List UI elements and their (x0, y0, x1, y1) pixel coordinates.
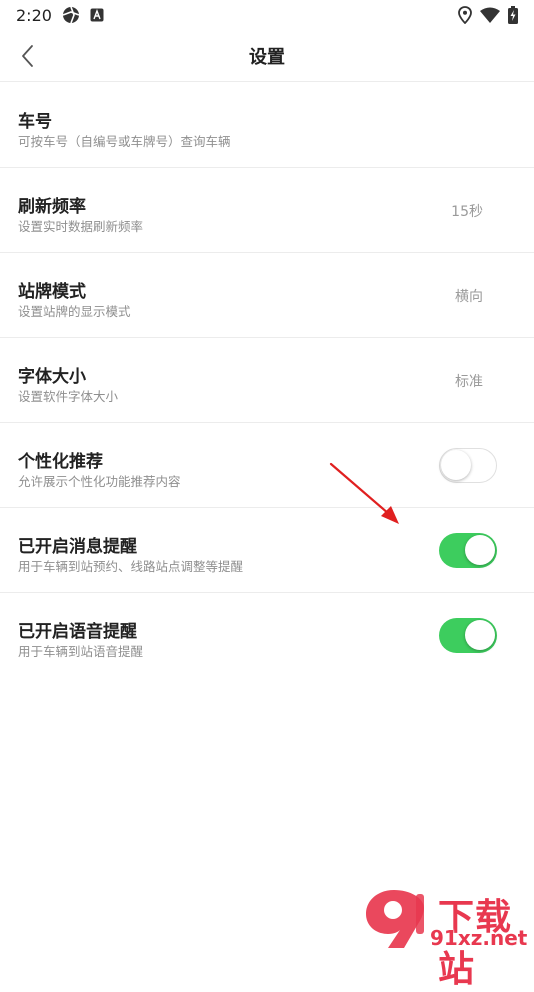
watermark-url: 91xz.net (430, 926, 528, 950)
setting-description: 允许展示个性化功能推荐内容 (18, 474, 181, 489)
wifi-icon (480, 7, 500, 23)
location-icon (458, 6, 472, 24)
setting-value: 15秒 (451, 204, 483, 220)
settings-list: 车号 可按车号（自编号或车牌号）查询车辆 刷新频率 设置实时数据刷新频率 15秒… (0, 83, 534, 678)
setting-description: 用于车辆到站语音提醒 (18, 644, 144, 659)
setting-row-vehicle-number[interactable]: 车号 可按车号（自编号或车牌号）查询车辆 (0, 83, 534, 168)
message-reminder-toggle[interactable] (439, 533, 497, 568)
a-badge-icon (90, 8, 104, 22)
aperture-icon (62, 6, 80, 24)
voice-reminder-toggle[interactable] (439, 618, 497, 653)
setting-title: 刷新频率 (18, 197, 86, 217)
status-bar: 2:20 (0, 0, 534, 30)
setting-row-message-reminder: 已开启消息提醒 用于车辆到站预约、线路站点调整等提醒 (0, 508, 534, 593)
setting-title: 已开启消息提醒 (18, 537, 137, 557)
setting-row-voice-reminder: 已开启语音提醒 用于车辆到站语音提醒 (0, 593, 534, 678)
setting-row-stop-sign-mode[interactable]: 站牌模式 设置站牌的显示模式 横向 (0, 253, 534, 338)
setting-description: 设置实时数据刷新频率 (18, 219, 144, 234)
watermark-logo-icon (366, 890, 424, 948)
setting-title: 已开启语音提醒 (18, 622, 137, 642)
setting-row-refresh-rate[interactable]: 刷新频率 设置实时数据刷新频率 15秒 (0, 168, 534, 253)
watermark: 下载站 91xz.net (360, 886, 534, 990)
toggle-knob (465, 620, 495, 650)
setting-row-font-size[interactable]: 字体大小 设置软件字体大小 标准 (0, 338, 534, 423)
toggle-knob (441, 450, 471, 480)
page-title: 设置 (249, 47, 285, 68)
setting-title: 字体大小 (18, 367, 86, 387)
toggle-knob (465, 535, 495, 565)
personalized-recommendation-toggle[interactable] (439, 448, 497, 483)
setting-value: 标准 (455, 374, 483, 390)
setting-title: 车号 (18, 112, 52, 132)
setting-description: 用于车辆到站预约、线路站点调整等提醒 (18, 559, 244, 574)
annotation-arrow-icon (329, 462, 399, 524)
status-time: 2:20 (16, 5, 52, 25)
battery-charging-icon (508, 6, 518, 24)
setting-description: 可按车号（自编号或车牌号）查询车辆 (18, 134, 231, 149)
setting-title: 个性化推荐 (18, 452, 103, 472)
app-header: 设置 (0, 30, 534, 82)
setting-description: 设置软件字体大小 (18, 389, 119, 404)
setting-description: 设置站牌的显示模式 (18, 304, 131, 319)
setting-title: 站牌模式 (18, 282, 86, 302)
setting-row-personalized-recommendation: 个性化推荐 允许展示个性化功能推荐内容 (0, 423, 534, 508)
setting-value: 横向 (455, 289, 483, 305)
